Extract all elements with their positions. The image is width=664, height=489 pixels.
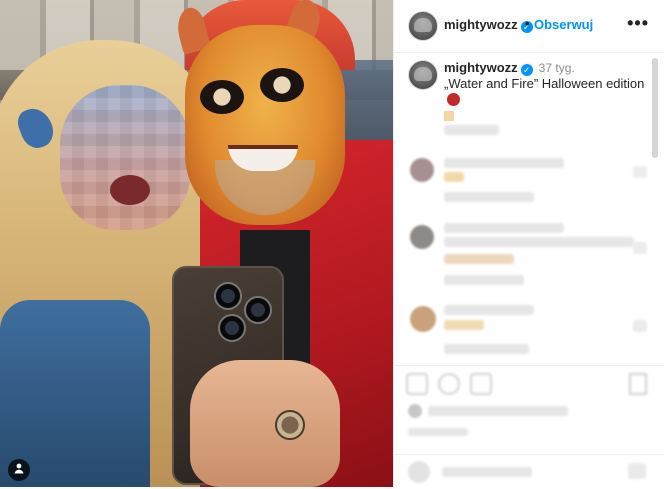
camera-lens [218,314,246,342]
comment-avatar [410,158,434,182]
comment-text-blurred [444,158,564,168]
comment-text-blurred [444,237,634,247]
man-eye-left [200,80,244,114]
add-comment-bar [394,454,664,489]
post-date-blurred [408,428,468,436]
camera-lens [244,296,272,324]
post-header: mightywozz ✓ • Obserwuj ••• [394,0,664,53]
author-username[interactable]: mightywozz ✓ [444,17,533,33]
comment-icon[interactable] [438,373,460,395]
ring [275,410,305,440]
man-eye-right [260,68,304,102]
avatar[interactable] [408,60,438,90]
save-bookmark-icon[interactable] [629,373,647,395]
avatar[interactable] [408,11,438,41]
verified-badge-icon: ✓ [520,64,533,76]
emoji-icon [444,111,454,121]
comment-meta-blurred [444,275,524,285]
caption-meta-blurred [444,125,499,135]
comment-emoji-blurred [444,320,484,330]
like-heart-icon[interactable] [406,373,428,395]
post-side-panel: mightywozz ✓ • Obserwuj ••• mightywozz ✓ 37… [393,0,664,487]
add-comment-input[interactable] [442,467,532,477]
post-photo[interactable] [0,0,393,487]
post-actions [394,365,664,488]
more-options-icon[interactable]: ••• [621,12,655,35]
devil-emoji-icon [447,93,460,106]
comment-text-blurred [444,254,514,264]
woman-mouth [110,175,150,205]
likes-count-blurred [428,406,568,416]
comment-meta-blurred [444,344,529,354]
comment-avatar [410,225,434,249]
emoji-picker-icon[interactable] [408,461,430,483]
caption-text: „Water and Fire” Halloween edition [444,76,649,124]
comment-emoji-blurred [444,172,464,182]
like-comment-heart-icon[interactable] [633,320,647,332]
comment-text-blurred [444,223,564,233]
separator-dot: • [525,16,530,31]
camera-lens [214,282,242,310]
post-comment-button[interactable] [628,463,646,479]
comment-avatar [410,306,436,332]
follow-button[interactable]: Obserwuj [534,17,593,32]
person-icon[interactable] [8,459,30,481]
caption-username[interactable]: mightywozz [444,60,518,75]
post-time[interactable]: 37 tyg. [539,61,575,75]
caption-header: mightywozz ✓ 37 tyg. [444,60,575,76]
caption-text-content: „Water and Fire” Halloween edition [444,76,645,91]
like-comment-heart-icon[interactable] [633,242,647,254]
man-hand [190,360,340,487]
comment-text-blurred [444,305,534,315]
share-icon[interactable] [470,373,492,395]
liker-avatar [408,404,422,418]
comment-meta-blurred [444,192,534,202]
comments-scrollbar[interactable] [652,58,658,158]
woman-face-blurred [60,85,190,230]
like-comment-heart-icon[interactable] [633,166,647,178]
